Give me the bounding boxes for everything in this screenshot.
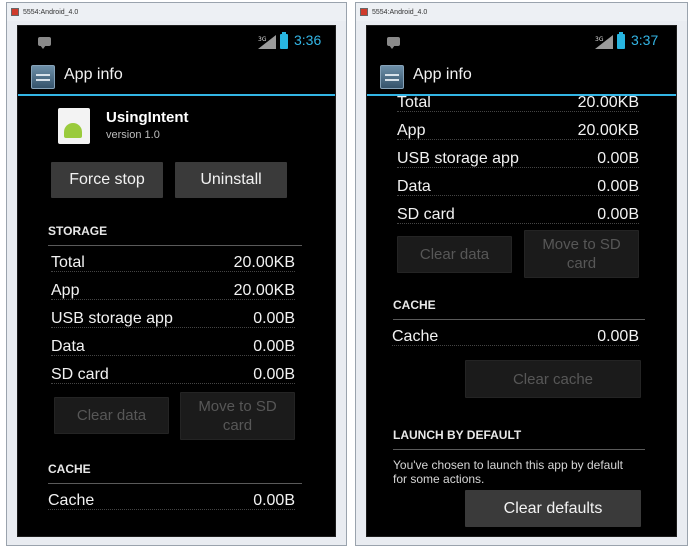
status-bar: 3G 3:37 — [367, 26, 676, 56]
uninstall-button[interactable]: Uninstall — [175, 162, 287, 198]
storage-row-total: Total 20.00KB — [51, 254, 295, 272]
action-bar: App info — [18, 60, 335, 96]
storage-section-header: STORAGE — [48, 224, 302, 246]
storage-row-data: Data 0.00B — [397, 178, 639, 196]
clear-data-button[interactable]: Clear data — [397, 236, 512, 273]
clear-defaults-button[interactable]: Clear defaults — [465, 490, 641, 527]
svg-text:3G: 3G — [595, 36, 604, 43]
force-stop-button[interactable]: Force stop — [51, 162, 163, 198]
storage-row-data: Data 0.00B — [51, 338, 295, 356]
launch-default-description: You've chosen to launch this app by defa… — [393, 458, 624, 486]
signal-3g-icon: 3G — [258, 35, 276, 49]
android-screen: 3G 3:36 App info UsingIntent version 1.0… — [17, 25, 336, 537]
window-title: 5554:Android_4.0 — [372, 8, 428, 16]
settings-app-icon[interactable] — [31, 65, 55, 89]
window-title: 5554:Android_4.0 — [23, 8, 79, 16]
settings-app-icon[interactable] — [380, 65, 404, 89]
action-bar-title: App info — [413, 66, 472, 83]
message-notification-icon — [38, 37, 51, 49]
android-app-icon — [58, 108, 90, 144]
app-info-content[interactable]: UsingIntent version 1.0 Force stop Unins… — [18, 96, 335, 536]
emulator-app-icon — [11, 8, 19, 16]
storage-row-usb: USB storage app 0.00B — [51, 310, 295, 328]
status-clock: 3:36 — [294, 32, 322, 48]
android-screen: 3G 3:37 App info Total 20.00KB App 20.00KB… — [366, 25, 677, 537]
storage-row-usb: USB storage app 0.00B — [397, 150, 639, 168]
emulator-app-icon — [360, 8, 368, 16]
status-bar: 3G 3:36 — [18, 26, 335, 56]
move-to-sd-button[interactable]: Move to SD card — [524, 230, 639, 278]
launch-by-default-header: LAUNCH BY DEFAULT — [393, 428, 645, 450]
storage-row-app: App 20.00KB — [397, 122, 639, 140]
svg-text:3G: 3G — [258, 36, 267, 43]
signal-3g-icon: 3G — [595, 35, 613, 49]
cache-section-header: CACHE — [48, 462, 302, 484]
battery-icon — [617, 32, 625, 49]
emulator-window-right: 5554:Android_4.0 3G 3:37 App info Total 2… — [355, 2, 688, 546]
action-bar-title: App info — [64, 66, 123, 83]
window-titlebar[interactable]: 5554:Android_4.0 — [7, 3, 346, 21]
app-info-content[interactable]: Total 20.00KB App 20.00KB USB storage app 0… — [367, 96, 676, 536]
message-notification-icon — [387, 37, 400, 49]
app-name: UsingIntent — [106, 109, 189, 126]
emulator-window-left: 5554:Android_4.0 3G 3:36 App info UsingI… — [6, 2, 347, 546]
window-titlebar[interactable]: 5554:Android_4.0 — [356, 3, 687, 21]
storage-row-sdcard: SD card 0.00B — [51, 366, 295, 384]
action-bar: App info — [367, 60, 676, 96]
cache-row: Cache 0.00B — [392, 328, 639, 346]
clear-cache-button[interactable]: Clear cache — [465, 360, 641, 398]
storage-row-app: App 20.00KB — [51, 282, 295, 300]
status-clock: 3:37 — [631, 32, 659, 48]
clear-data-button[interactable]: Clear data — [54, 397, 169, 434]
storage-row-total: Total 20.00KB — [397, 96, 639, 112]
cache-section-header: CACHE — [393, 298, 645, 320]
battery-icon — [280, 32, 288, 49]
cache-row: Cache 0.00B — [48, 492, 295, 510]
storage-row-sdcard: SD card 0.00B — [397, 206, 639, 224]
move-to-sd-button[interactable]: Move to SD card — [180, 392, 295, 440]
app-version: version 1.0 — [106, 129, 160, 141]
